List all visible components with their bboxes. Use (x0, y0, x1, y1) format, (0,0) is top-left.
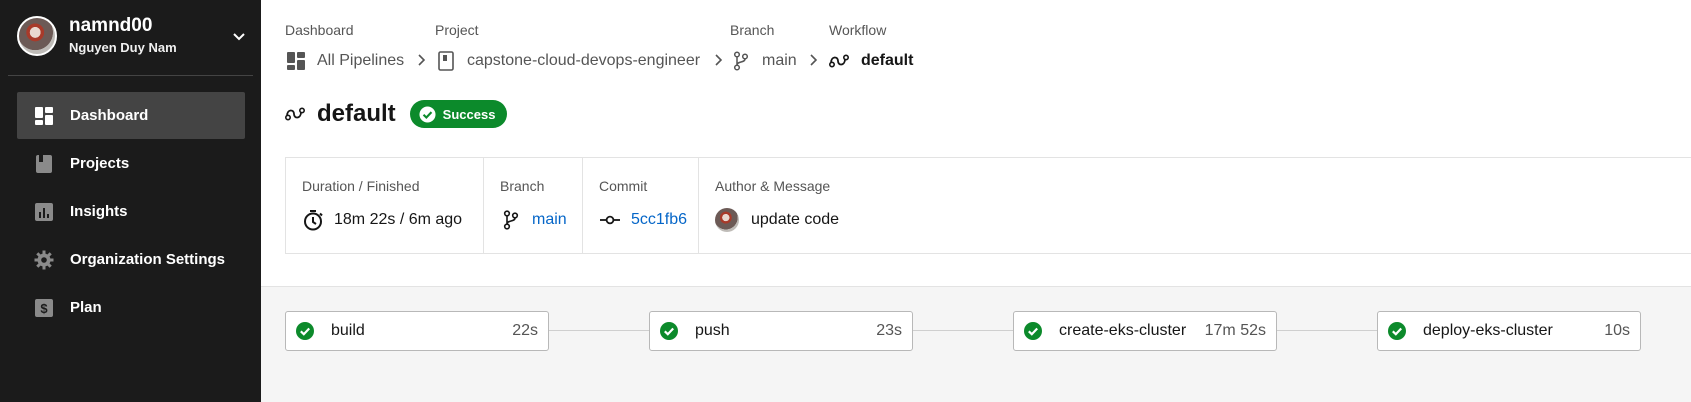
sidebar-item-plan[interactable]: $ Plan (17, 284, 245, 331)
svg-text:$: $ (40, 301, 48, 316)
job-connector (549, 330, 649, 331)
breadcrumb-project[interactable]: capstone-cloud-devops-engineer (435, 49, 700, 73)
main-content: Dashboard Project Branch Workflow All Pi… (261, 0, 1691, 402)
user-info: namnd00 Nguyen Duy Nam (69, 15, 177, 57)
sidebar-nav: Dashboard Projects Insights Organization… (17, 92, 245, 332)
job-connector (913, 330, 1013, 331)
job-name: deploy-eks-cluster (1423, 322, 1553, 339)
dashboard-icon (33, 105, 55, 127)
workflow-jobs: build 22s push 23s create-eks-cluster 17… (285, 311, 1665, 351)
book-icon (33, 153, 55, 175)
job-deploy-eks-cluster[interactable]: deploy-eks-cluster 10s (1377, 311, 1641, 351)
breadcrumb-workflow[interactable]: default (829, 49, 913, 73)
summary-value-branch: main (500, 208, 567, 232)
breadcrumb-value: All Pipelines (317, 52, 405, 69)
chevron-right-icon (810, 54, 818, 66)
dollar-icon: $ (33, 297, 55, 319)
job-name: push (695, 322, 730, 339)
breadcrumb-value: main (762, 52, 797, 69)
sidebar-item-label: Dashboard (70, 107, 149, 124)
branch-link[interactable]: main (532, 211, 567, 229)
job-duration: 17m 52s (1204, 322, 1266, 339)
sidebar-item-label: Insights (70, 203, 128, 220)
job-duration: 23s (876, 322, 902, 339)
status-label: Success (442, 106, 496, 122)
summary-value-duration: 18m 22s / 6m ago (302, 208, 462, 232)
summary-commit: Commit 5cc1fb6 (582, 158, 698, 253)
check-circle-icon (296, 322, 314, 340)
breadcrumb-value: default (861, 52, 914, 69)
check-circle-icon (1024, 322, 1042, 340)
workflow-title-row: default Success (285, 99, 508, 129)
summary-value-author: update code (715, 208, 839, 232)
avatar (17, 16, 57, 56)
check-circle-icon (1388, 322, 1406, 340)
branch-icon (500, 209, 522, 231)
workflow-header-area: Dashboard Project Branch Workflow All Pi… (261, 0, 1691, 286)
job-duration: 22s (512, 322, 538, 339)
breadcrumb-value: capstone-cloud-devops-engineer (467, 52, 701, 69)
commit-link[interactable]: 5cc1fb6 (631, 211, 687, 229)
job-duration: 10s (1604, 322, 1630, 339)
sidebar: namnd00 Nguyen Duy Nam Dashboard Project… (0, 0, 261, 402)
sidebar-item-insights[interactable]: Insights (17, 188, 245, 235)
username: namnd00 (69, 15, 153, 36)
book-icon (435, 50, 457, 72)
summary-duration: Duration / Finished 18m 22s / 6m ago (286, 158, 483, 253)
user-menu[interactable]: namnd00 Nguyen Duy Nam (17, 15, 255, 57)
status-badge: Success (409, 100, 508, 128)
job-build[interactable]: build 22s (285, 311, 549, 351)
chevron-down-icon[interactable] (231, 28, 247, 44)
job-name: create-eks-cluster (1059, 322, 1187, 339)
sidebar-item-label: Organization Settings (70, 251, 226, 268)
sidebar-item-projects[interactable]: Projects (17, 140, 245, 187)
user-fullname: Nguyen Duy Nam (69, 40, 177, 55)
chevron-right-icon (418, 54, 426, 66)
job-name: build (331, 322, 365, 339)
summary-label: Duration / Finished (302, 178, 420, 194)
summary-label: Commit (599, 178, 648, 194)
summary-branch: Branch main (483, 158, 582, 253)
bar-chart-icon (33, 201, 55, 223)
breadcrumb-all-pipelines[interactable]: All Pipelines (285, 49, 404, 73)
breadcrumb-branch[interactable]: main (730, 49, 797, 73)
summary-author: Author & Message update code (698, 158, 868, 253)
check-circle-icon (660, 322, 678, 340)
sidebar-item-dashboard[interactable]: Dashboard (17, 92, 245, 139)
commit-icon (599, 209, 621, 231)
job-push[interactable]: push 23s (649, 311, 913, 351)
avatar (715, 208, 739, 232)
commit-message: update code (751, 211, 840, 228)
section-divider (261, 286, 1691, 287)
summary-value-commit: 5cc1fb6 (599, 208, 687, 232)
branch-icon (730, 50, 752, 72)
stopwatch-icon (302, 209, 324, 231)
job-connector (1277, 330, 1377, 331)
breadcrumb-label-project: Project (435, 22, 479, 38)
check-circle-icon (419, 105, 436, 123)
breadcrumb-label-dashboard: Dashboard (285, 22, 354, 38)
breadcrumb-label-branch: Branch (730, 22, 775, 38)
workflow-icon (285, 107, 306, 121)
summary-label: Branch (500, 178, 545, 194)
workflow-summary: Duration / Finished 18m 22s / 6m ago Bra… (285, 157, 1691, 254)
workflow-icon (829, 50, 851, 72)
gear-icon (33, 249, 55, 271)
chevron-right-icon (715, 54, 723, 66)
duration-text: 18m 22s / 6m ago (334, 211, 463, 228)
breadcrumb-label-workflow: Workflow (829, 22, 887, 38)
sidebar-item-organization-settings[interactable]: Organization Settings (17, 236, 245, 283)
summary-label: Author & Message (715, 178, 831, 194)
sidebar-item-label: Plan (70, 299, 102, 316)
sidebar-item-label: Projects (70, 155, 130, 172)
job-create-eks-cluster[interactable]: create-eks-cluster 17m 52s (1013, 311, 1277, 351)
dashboard-icon (285, 50, 307, 72)
page-title: default (317, 100, 396, 127)
sidebar-divider (8, 75, 253, 76)
